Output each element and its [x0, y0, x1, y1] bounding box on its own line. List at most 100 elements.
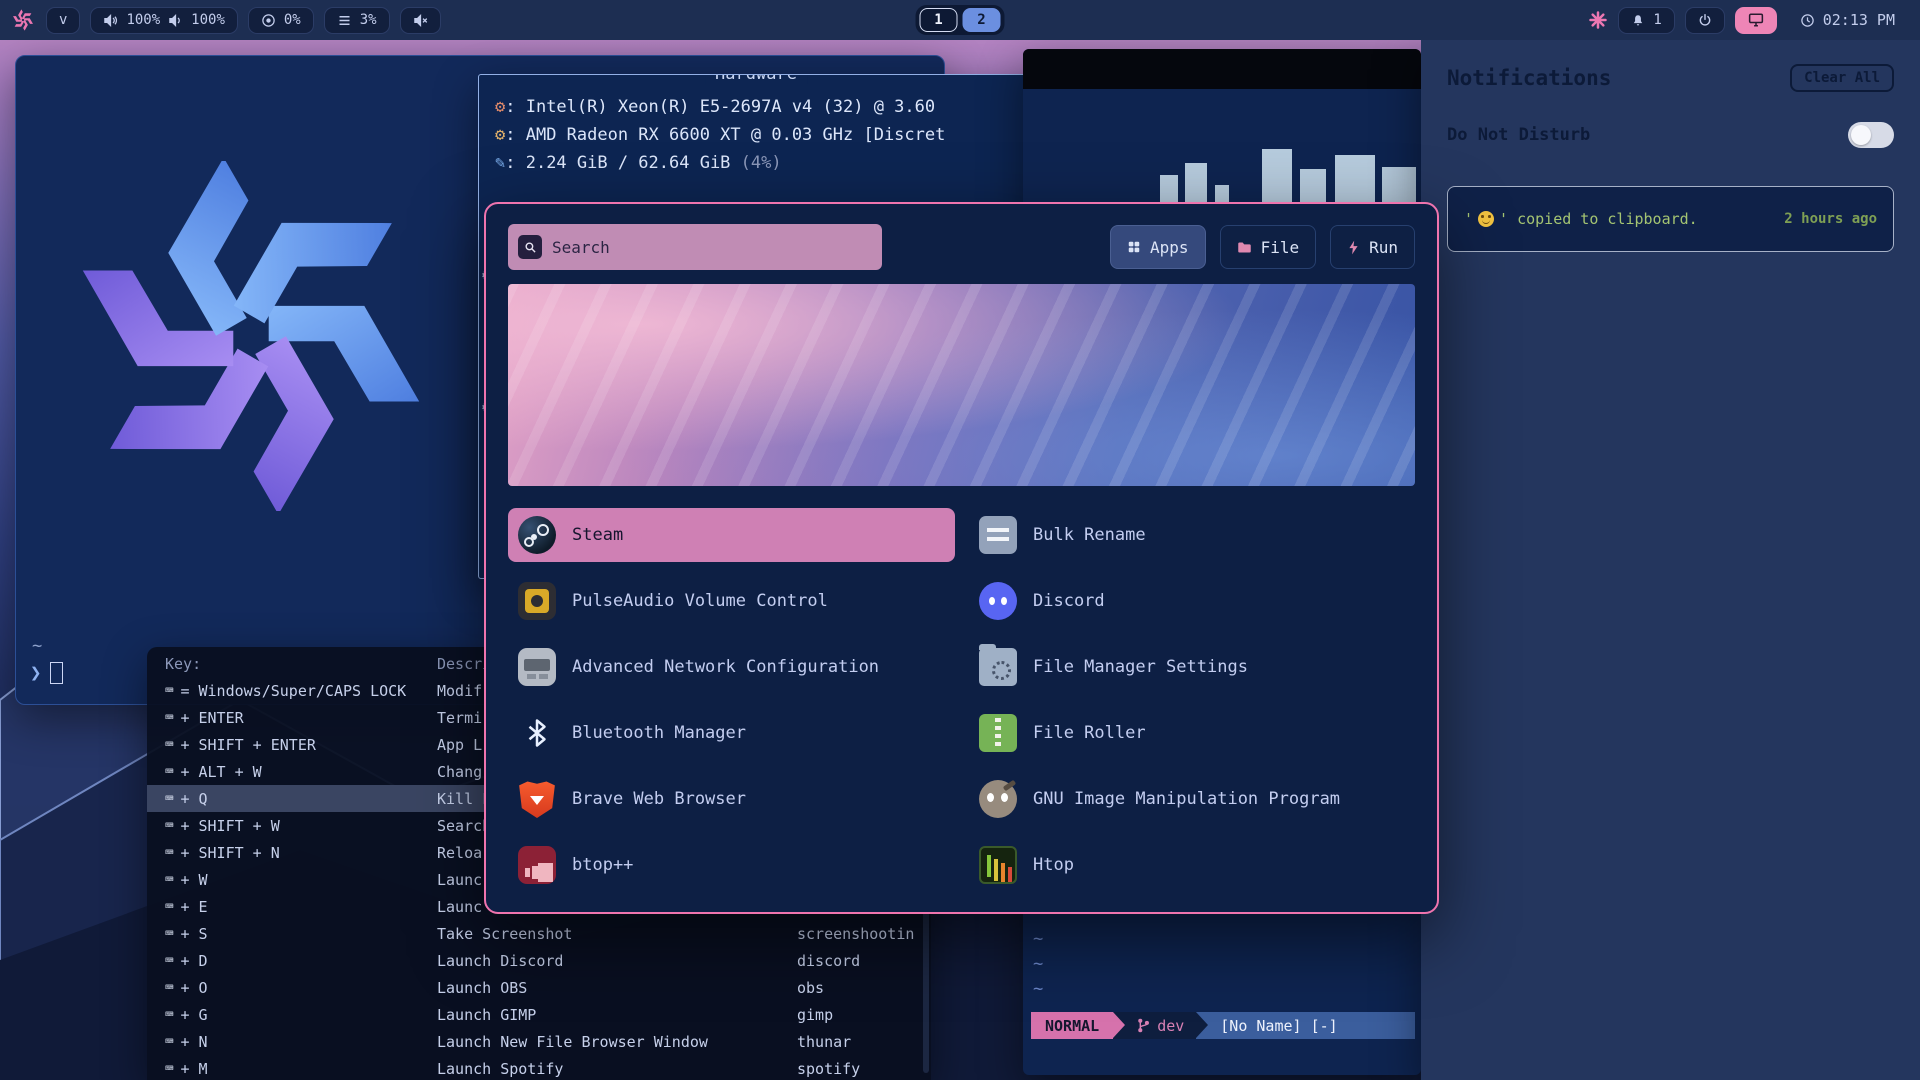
notifications-bell-widget[interactable]: 1 [1618, 7, 1674, 34]
volume-widget[interactable]: 100% 100% [90, 7, 237, 34]
notification-quote-open: ' [1464, 210, 1473, 228]
power-icon [1698, 13, 1712, 27]
keybind-row[interactable]: ⌨+ NLaunch New File Browser Windowthunar [147, 1028, 931, 1055]
notification-count: 1 [1653, 12, 1661, 28]
keybind-row[interactable]: ⌨+ DLaunch Discorddiscord [147, 947, 931, 974]
keybind-row[interactable]: ⌨+ STake Screenshotscreenshootin [147, 920, 931, 947]
keybind-row[interactable]: ⌨+ MLaunch Spotifyspotify [147, 1055, 931, 1080]
clock-icon [1800, 13, 1815, 28]
disk-widget[interactable]: 0% [248, 7, 314, 34]
nixos-logo-icon[interactable] [12, 9, 34, 31]
shell-prompt-line[interactable]: ❯ [30, 662, 63, 684]
brave-shield-icon [518, 780, 556, 818]
app-item-bulk-rename[interactable]: Bulk Rename [969, 508, 1419, 562]
keybind-row[interactable]: ⌨+ GLaunch GIMPgimp [147, 1001, 931, 1028]
cpu-icon: ⚙ [495, 97, 505, 117]
keyboard-icon: ⌨ [165, 926, 173, 942]
archive-icon [979, 714, 1017, 752]
app-item-steam[interactable]: Steam [508, 508, 955, 562]
monitor-icon [1748, 13, 1764, 27]
tab-apps[interactable]: Apps [1110, 225, 1206, 269]
workspace-1[interactable]: 1 [920, 8, 958, 32]
gpu-info-line: ⚙: AMD Radeon RX 6600 XT @ 0.03 GHz [Dis… [495, 125, 1017, 145]
app-results-grid: Steam Bulk Rename PulseAudio Volume Cont… [508, 508, 1415, 892]
gpu-icon: ⚙ [495, 125, 505, 145]
flower-accent-icon[interactable] [1588, 10, 1608, 30]
app-item-discord[interactable]: Discord [969, 574, 1419, 628]
git-branch-segment: dev [1125, 1012, 1196, 1039]
tab-file[interactable]: File [1220, 225, 1317, 269]
nixos-snowflake-logo [76, 161, 426, 511]
bluetooth-icon [518, 714, 556, 752]
keyboard-icon: ⌨ [165, 1007, 173, 1023]
app-item-network-config[interactable]: Advanced Network Configuration [508, 640, 955, 694]
power-button[interactable] [1685, 7, 1725, 34]
bell-icon [1631, 13, 1645, 28]
vim-tilde: ~ [1033, 979, 1043, 999]
memory-widget[interactable]: 3% [324, 7, 390, 34]
mute-widget[interactable] [400, 7, 441, 34]
vim-mode-segment: NORMAL [1031, 1012, 1113, 1039]
launcher-menu-label: v [59, 12, 67, 28]
keyboard-icon: ⌨ [165, 683, 173, 699]
shell-cwd: ~ [32, 636, 42, 656]
memory-pencil-icon: ✎ [495, 153, 505, 173]
app-item-htop[interactable]: Htop [969, 838, 1419, 892]
git-branch-icon [1137, 1018, 1150, 1033]
memory-info-line: ✎: 2.24 GiB / 62.64 GiB (4%) [495, 153, 1017, 173]
app-item-pavucontrol[interactable]: PulseAudio Volume Control [508, 574, 955, 628]
terminal-black-header [1023, 49, 1421, 89]
mic-volume-icon [168, 13, 183, 28]
keyboard-icon: ⌨ [165, 899, 173, 915]
app-item-brave[interactable]: Brave Web Browser [508, 772, 955, 826]
graph-bar [1335, 155, 1375, 207]
keyboard-icon: ⌨ [165, 764, 173, 780]
app-item-file-roller[interactable]: File Roller [969, 706, 1419, 760]
keyboard-icon: ⌨ [165, 1034, 173, 1050]
keyboard-icon: ⌨ [165, 845, 173, 861]
bulk-rename-icon [979, 516, 1017, 554]
gimp-wilber-icon [979, 780, 1017, 818]
htop-icon [979, 846, 1017, 884]
clear-all-button[interactable]: Clear All [1790, 64, 1894, 92]
speaker-icon [103, 13, 118, 28]
launcher-menu-button[interactable]: v [46, 7, 80, 34]
app-item-gimp[interactable]: GNU Image Manipulation Program [969, 772, 1419, 826]
notifications-title: Notifications [1447, 66, 1611, 90]
graph-bar [1185, 163, 1207, 207]
tab-run[interactable]: Run [1330, 225, 1415, 269]
powerline-arrow [1196, 1012, 1208, 1039]
vim-statusline: NORMAL dev [No Name] [-] [1031, 1012, 1415, 1039]
search-input[interactable] [552, 238, 872, 257]
do-not-disturb-label: Do Not Disturb [1447, 125, 1590, 145]
hardware-box-title: Hardware [705, 74, 807, 84]
powerline-arrow [1113, 1012, 1125, 1039]
keyboard-icon: ⌨ [165, 872, 173, 888]
run-bolt-icon [1347, 240, 1360, 255]
clock-widget[interactable]: 02:13 PM [1787, 7, 1908, 34]
graph-bar [1262, 149, 1292, 207]
keyboard-icon: ⌨ [165, 791, 173, 807]
notification-text: ' copied to clipboard. [1499, 210, 1698, 228]
notifications-panel: Notifications Clear All Do Not Disturb '… [1421, 40, 1920, 1080]
keybind-row[interactable]: ⌨+ OLaunch OBSobs [147, 974, 931, 1001]
graph-bar [1382, 167, 1416, 207]
cpu-info-line: ⚙: Intel(R) Xeon(R) E5-2697A v4 (32) @ 3… [495, 97, 1017, 117]
keyboard-icon: ⌨ [165, 953, 173, 969]
vim-tilde: ~ [1033, 929, 1043, 949]
workspace-2[interactable]: 2 [963, 8, 1001, 32]
speaker-volume-value: 100% [126, 12, 160, 28]
do-not-disturb-toggle[interactable] [1848, 122, 1894, 148]
mic-volume-value: 100% [191, 12, 225, 28]
vim-filename-segment: [No Name] [-] [1208, 1012, 1415, 1039]
app-item-btop[interactable]: btop++ [508, 838, 955, 892]
screenshare-button[interactable] [1735, 7, 1777, 34]
pulseaudio-icon [518, 582, 556, 620]
clock-time: 02:13 PM [1823, 11, 1895, 29]
app-item-file-manager-settings[interactable]: File Manager Settings [969, 640, 1419, 694]
notification-card[interactable]: ' ' copied to clipboard. 2 hours ago [1447, 186, 1894, 252]
folder-gear-icon [979, 648, 1017, 686]
app-item-bluetooth[interactable]: Bluetooth Manager [508, 706, 955, 760]
launcher-search-bar[interactable] [508, 224, 882, 270]
keyboard-icon: ⌨ [165, 737, 173, 753]
